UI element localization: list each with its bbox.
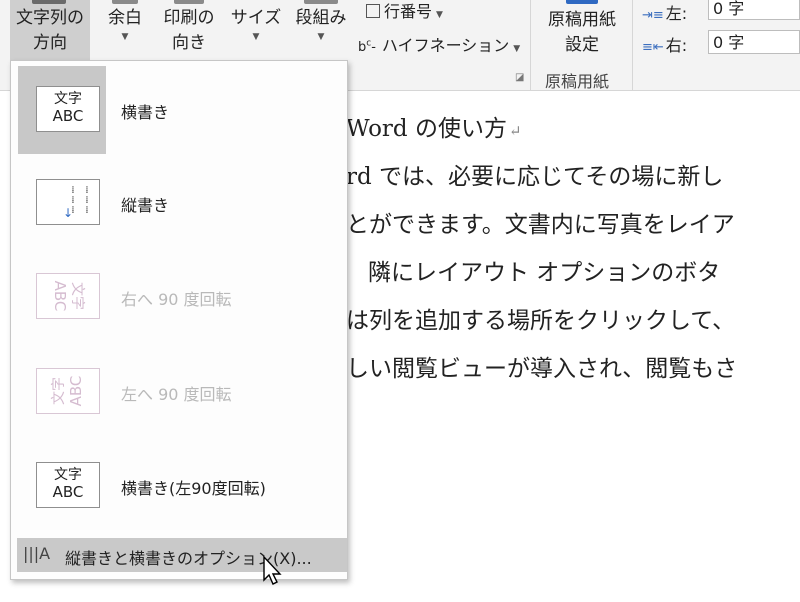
line-numbers-label: 行番号 (384, 2, 433, 21)
vertical-text-icon: ⁞ ⁞ ⁞ ⁞ ⁞ ⁞ ↓ (36, 179, 100, 225)
group-separator (632, 0, 633, 90)
menu-item-vertical[interactable]: ⁞ ⁞ ⁞ ⁞ ⁞ ⁞ ↓ 縦書き (18, 159, 340, 247)
menu-item-label: 左へ 90 度回転 (121, 385, 232, 404)
menu-item-label: 横書き(左90度回転) (121, 479, 266, 498)
chevron-down-icon: ▼ (436, 10, 443, 20)
chevron-down-icon: ▼ (252, 32, 260, 42)
horizontal-text-icon: 文字 ABC (36, 86, 100, 132)
manuscript-group-title: 原稿用紙 (545, 72, 610, 91)
menu-item-thumb-bg: 文字 ABC (18, 253, 106, 341)
hyphenation-icon: bc- (358, 38, 376, 55)
menu-item-thumb-bg: 文字 ABC (18, 66, 106, 154)
orientation-icon (174, 0, 204, 4)
menu-item-label: 縦書き (121, 196, 170, 215)
menu-item-rotate-right-90: 文字 ABC 右へ 90 度回転 (18, 253, 340, 341)
thumb-top-text: 文字 (51, 377, 67, 405)
menu-item-rotate-left-90: 文字 ABC 左へ 90 度回転 (18, 348, 340, 436)
hyphenation-label: ハイフネーション (381, 36, 510, 55)
columns-icon (304, 0, 338, 4)
menu-item-thumb-bg: 文字 ABC (18, 442, 106, 530)
doc-line-text: Word の使い方 (346, 116, 507, 142)
chevron-down-icon: ▼ (513, 44, 521, 54)
group-separator (530, 0, 531, 90)
mouse-cursor-icon (263, 556, 282, 585)
text-direction-label: 文字列の 方向 (16, 8, 84, 53)
horizontal-rotated-text-icon: 文字 ABC (36, 462, 100, 508)
rotate-right-text-icon: 文字 ABC (36, 273, 100, 319)
chevron-down-icon: ▼ (317, 32, 325, 42)
manuscript-settings-button[interactable]: 原稿用紙 設定 (538, 0, 626, 64)
menu-item-horizontal[interactable]: 文字 ABC 横書き (18, 66, 340, 154)
manuscript-icon (566, 0, 598, 4)
vertical-glyphs-icon: ⁞ ⁞ ⁞ (85, 185, 89, 216)
margins-label: 余白 (108, 8, 142, 28)
down-arrow-icon: ↓ (63, 206, 74, 220)
thumb-bottom-text: ABC (51, 280, 69, 312)
text-direction-menu: 文字 ABC 横書き ⁞ ⁞ ⁞ ⁞ ⁞ ⁞ ↓ 縦書き 文字 ABC 右へ 90 度回… (10, 60, 348, 580)
size-button[interactable]: サイズ ▼ (228, 0, 284, 60)
indent-right-label: 右: (665, 36, 688, 55)
thumb-top-text: 文字 (54, 91, 82, 107)
thumb-top-text: 文字 (54, 467, 82, 483)
orientation-label: 印刷の 向き (163, 8, 215, 53)
page-setup-launcher-icon[interactable]: ◪ (515, 72, 524, 83)
doc-line: とができます。文書内に写真をレイア (346, 212, 735, 238)
chevron-down-icon: ▼ (121, 32, 129, 42)
menu-item-label: 右へ 90 度回転 (121, 290, 232, 309)
paragraph-mark-icon: ↵ (508, 122, 522, 140)
columns-label: 段組み (295, 8, 347, 28)
thumb-bottom-text: ABC (52, 107, 84, 125)
doc-line: rd では、必要に応じてその場に新し (346, 164, 724, 190)
menu-item-horizontal-rotated[interactable]: 文字 ABC 横書き(左90度回転) (18, 442, 340, 530)
manuscript-settings-label: 原稿用紙 設定 (548, 10, 616, 55)
text-direction-options-button[interactable]: |||A 縦書きと横書きのオプション(X)... (17, 538, 347, 572)
indent-left-field[interactable]: 0 字 (708, 0, 800, 20)
menu-item-thumb-bg: 文字 ABC (18, 348, 106, 436)
thumb-bottom-text: ABC (52, 483, 84, 501)
line-numbers-button[interactable]: 行番号 ▼ (366, 0, 443, 22)
thumb-top-text: 文字 (69, 282, 85, 310)
menu-item-thumb-bg: ⁞ ⁞ ⁞ ⁞ ⁞ ⁞ ↓ (18, 159, 106, 247)
text-direction-options-icon: |||A (23, 544, 51, 563)
orientation-button[interactable]: 印刷の 向き (158, 0, 220, 60)
columns-button[interactable]: 段組み ▼ (290, 0, 352, 60)
doc-line: 隣にレイアウト オプションのボタ (368, 260, 721, 286)
thumb-bottom-text: ABC (67, 375, 85, 407)
indent-right-field[interactable]: 0 字 (708, 30, 800, 54)
indent-left-row: ⇥≡ 左: (642, 0, 687, 24)
doc-heading: Word の使い方 ↵ (346, 109, 522, 143)
indent-left-icon: ⇥≡ (642, 8, 664, 23)
margins-icon (112, 0, 138, 4)
hyphenation-button[interactable]: bc- ハイフネーション ▼ (358, 32, 520, 56)
menu-item-label: 横書き (121, 103, 170, 122)
indent-right-icon: ≡⇤ (642, 40, 664, 55)
doc-line: は列を追加する場所をクリックして、 (346, 308, 736, 334)
indent-right-row: ≡⇤ 右: (642, 32, 687, 56)
rotate-left-text-icon: 文字 ABC (36, 368, 100, 414)
doc-line: しい閲覧ビューが導入され、閲覧もさ (346, 356, 738, 382)
text-direction-button[interactable]: 文字列の 方向 (10, 0, 90, 60)
margins-button[interactable]: 余白 ▼ (100, 0, 150, 60)
line-numbers-icon (366, 4, 380, 18)
indent-left-label: 左: (665, 4, 688, 23)
text-direction-icon (32, 0, 66, 4)
size-label: サイズ (230, 8, 282, 28)
